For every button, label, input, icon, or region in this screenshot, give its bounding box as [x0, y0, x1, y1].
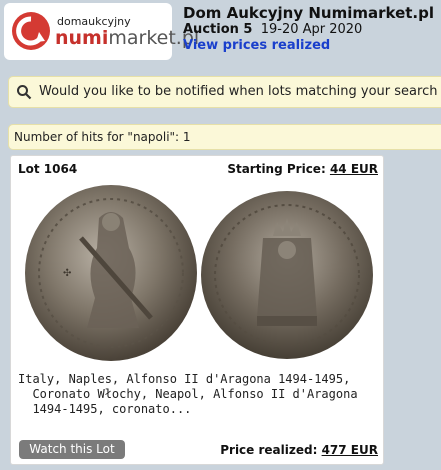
description-line: 1494-1495, coronato...	[18, 402, 192, 416]
view-prices-realized-link[interactable]: View prices realized	[183, 38, 330, 53]
auction-info: Auction 5 19-20 Apr 2020	[183, 22, 363, 37]
notify-text: Would you like to be notified when lots …	[39, 84, 438, 99]
description-line: Coronato Włochy, Neapol, Alfonso II d'Ar…	[18, 387, 358, 401]
description-line: Italy, Naples, Alfonso II d'Aragona 1494…	[18, 372, 351, 386]
starting-price-value[interactable]: 44 EUR	[330, 162, 378, 176]
coin-reverse	[201, 191, 373, 359]
coin-image[interactable]: ✣	[11, 178, 383, 376]
starting-price: Starting Price: 44 EUR	[227, 162, 378, 176]
hits-bar: Number of hits for "napoli": 1	[8, 124, 441, 150]
notify-banner[interactable]: Would you like to be notified when lots …	[8, 76, 441, 108]
search-icon	[16, 84, 32, 100]
site-title: Dom Aukcyjny Numimarket.pl	[183, 4, 435, 22]
svg-text:✣: ✣	[63, 268, 71, 279]
watch-lot-button[interactable]: Watch this Lot	[19, 440, 125, 459]
lot-number: Lot 1064	[18, 162, 78, 176]
lot-description[interactable]: Italy, Naples, Alfonso II d'Aragona 1494…	[18, 372, 368, 417]
price-realized: Price realized: 477 EUR	[220, 443, 378, 457]
hits-count: Number of hits for "napoli": 1	[14, 130, 191, 144]
logo-wordmark: numimarket.pl	[55, 27, 200, 49]
site-logo[interactable]: domaukcyjny numimarket.pl	[4, 3, 199, 60]
header: domaukcyjny numimarket.pl Dom Aukcyjny N…	[0, 0, 441, 66]
lot-card[interactable]: Lot 1064 Starting Price: 44 EUR ✣ Italy,…	[10, 155, 384, 465]
price-realized-value[interactable]: 477 EUR	[322, 443, 378, 457]
coin-obverse: ✣	[25, 185, 197, 361]
logo-mark-icon	[12, 12, 50, 50]
